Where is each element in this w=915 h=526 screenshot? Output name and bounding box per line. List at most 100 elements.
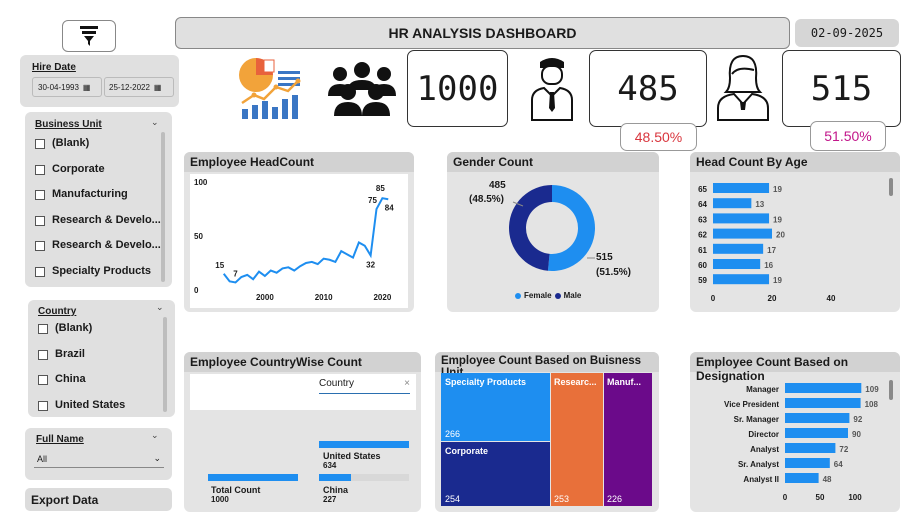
male-pct-badge: 48.50% [620,123,697,151]
scrollbar[interactable] [163,317,167,412]
designation-card: Employee Count Based on Designation Mana… [690,352,900,512]
bar[interactable] [785,428,848,438]
total-count-value: 1000 [211,495,229,504]
treemap-research[interactable]: Researc... 253 [551,373,603,506]
value-label: 13 [755,200,764,209]
us-value: 634 [323,461,337,470]
designation-title: Employee Count Based on Designation [690,352,900,383]
country-item-label[interactable]: (Blank) [55,322,92,334]
x-tick-label: 20 [768,294,777,303]
headcount-card: Employee HeadCount 100 50 0 2000 2010 2020 15 7… [184,152,414,312]
bar[interactable] [713,228,772,239]
scrollbar[interactable] [161,132,165,282]
category-label: 65 [698,185,707,194]
bar[interactable] [785,383,862,393]
business-unit-item-checkbox[interactable] [35,139,45,149]
category-label: 61 [698,246,707,255]
legend-female: Female [524,291,552,300]
bar[interactable] [713,243,764,254]
business-unit-item-label[interactable]: Research & Develo... [52,214,161,226]
chevron-down-icon[interactable]: ⌄ [156,302,164,313]
category-label: Sr. Manager [734,415,779,424]
country-card: Employee CountryWise Count Country × Tot… [184,352,421,512]
bar[interactable] [785,398,861,408]
chevron-down-icon: ⌄ [153,453,161,463]
value-label: 108 [865,400,879,409]
total-count-label: Total Count [211,485,260,495]
bar[interactable] [713,198,752,209]
scrollbar[interactable] [889,380,893,400]
business-unit-item-label[interactable]: (Blank) [52,137,89,149]
country-item-checkbox[interactable] [38,375,48,385]
country-item-checkbox[interactable] [38,400,48,411]
business-unit-item-label[interactable]: Manufacturing [52,188,128,200]
category-label: Director [748,430,779,439]
x-tick-label: 0 [711,294,716,303]
treemap-specialty[interactable]: Specialty Products 266 [441,373,550,441]
country-item-checkbox[interactable] [38,324,48,334]
business-unit-item-checkbox[interactable] [35,190,45,200]
country-title: Country [38,306,77,317]
x-tick-label: 0 [783,493,788,502]
category-label: Vice President [724,400,779,409]
y-tick-label: 50 [194,232,203,241]
value-label: 19 [773,185,782,194]
us-label: United States [323,451,381,461]
full-name-dropdown[interactable]: All ⌄ [34,450,164,468]
category-label: Analyst [750,445,779,454]
donut-slice-male[interactable] [509,185,552,271]
hire-date-slicer[interactable]: Hire Date 30-04-1993 ▦ 25-12-2022 ▦ [20,55,179,107]
bar[interactable] [713,213,770,224]
value-label: 20 [776,231,785,240]
bar[interactable] [785,473,819,483]
y-tick-label: 100 [194,178,208,187]
bar[interactable] [713,274,770,285]
value-label: 64 [834,460,843,469]
country-item-checkbox[interactable] [38,349,48,360]
treemap-corporate[interactable]: Corporate 254 [441,442,550,506]
business-unit-item-checkbox[interactable] [35,215,45,226]
gender-card: Gender Count 485 (48.5%) 515 (51.5%) Fem… [447,152,659,312]
headcount-title: Employee HeadCount [184,152,414,172]
total-count-bar[interactable] [208,474,298,481]
business-unit-item-checkbox[interactable] [35,164,45,175]
business-unit-item-label[interactable]: Corporate [52,163,105,175]
category-label: 64 [698,200,707,209]
bar[interactable] [785,458,830,468]
bar[interactable] [785,443,836,453]
filter-button[interactable] [62,20,116,52]
scrollbar[interactable] [889,178,893,196]
country-item-label[interactable]: China [55,373,86,385]
data-label: 75 [368,196,377,205]
export-data-button[interactable]: Export Data [25,488,172,511]
chevron-down-icon[interactable]: ⌄ [151,117,159,128]
bar[interactable] [713,183,770,193]
designation-bar-chart: Manager 109 Vice President 108 Sr. Manager 92… [724,383,879,502]
bar[interactable] [785,413,850,423]
hire-date-start[interactable]: 30-04-1993 ▦ [32,77,102,97]
country-item-label[interactable]: United States [55,399,125,411]
value-label: 19 [773,276,782,285]
country-item-label[interactable]: Brazil [55,348,85,360]
hire-date-end[interactable]: 25-12-2022 ▦ [104,77,174,97]
business-unit-item-checkbox[interactable] [35,241,45,251]
y-tick-label: 0 [194,286,199,295]
china-bar[interactable] [319,474,351,481]
headcount-line-chart: 100 50 0 2000 2010 2020 15 7 32 75 85 84 [190,174,408,308]
business-unit-item-checkbox[interactable] [35,266,45,277]
business-unit-item-label[interactable]: Specialty Products [52,265,151,277]
female-icon [717,54,769,121]
us-bar[interactable] [319,441,409,448]
value-label: 48 [823,475,832,484]
category-label: 62 [698,231,707,240]
business-unit-title: Business Unit [35,119,102,130]
value-label: 19 [773,215,782,224]
business-unit-item-label[interactable]: Research & Develo... [52,239,161,251]
treemap-manufacturing[interactable]: Manuf... 226 [604,373,652,506]
data-label: 15 [215,261,224,270]
bar[interactable] [713,259,761,269]
category-label: 60 [698,261,707,270]
value-label: 90 [852,430,861,439]
category-label: Sr. Analyst [738,460,779,469]
chevron-down-icon[interactable]: ⌄ [151,430,159,441]
